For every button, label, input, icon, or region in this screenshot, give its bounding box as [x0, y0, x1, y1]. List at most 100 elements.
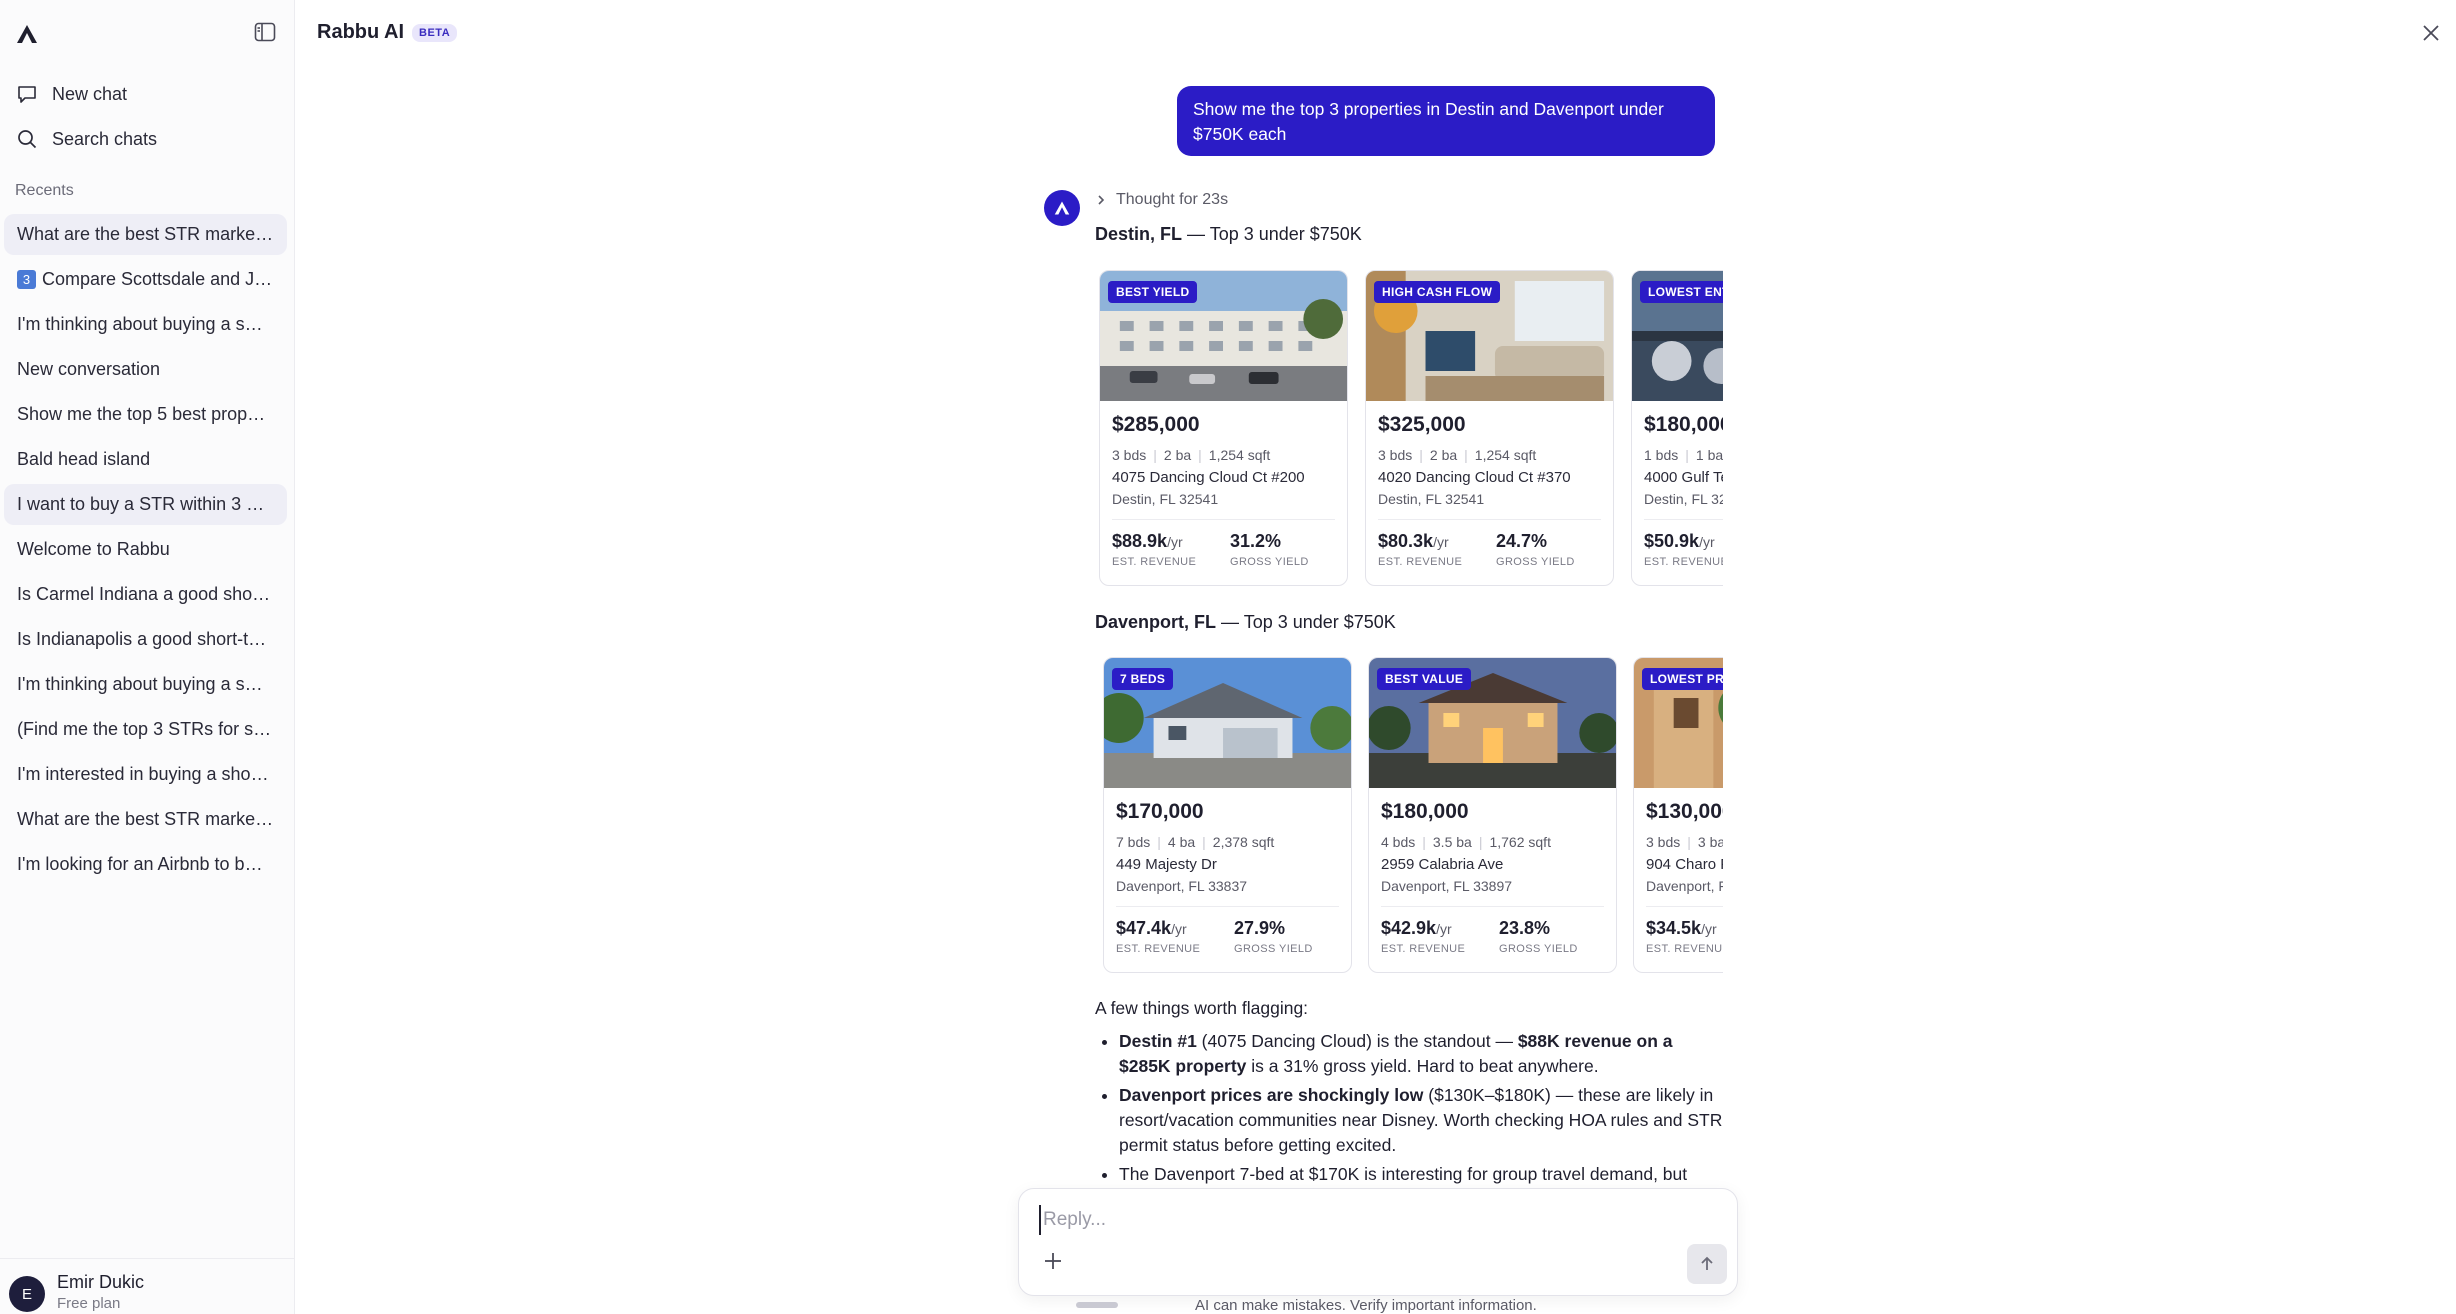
- spec-separator: |: [1198, 447, 1202, 463]
- new-chat-button[interactable]: New chat: [16, 77, 127, 111]
- chat-list: What are the best STR market… 3 Compare Sc…: [4, 214, 287, 889]
- property-card[interactable]: 7 BEDS $170,000 7 bds | 4 ba | 2,378 sqft 449 M…: [1103, 657, 1352, 973]
- card-divider: [1116, 906, 1339, 907]
- user-profile[interactable]: E Emir Dukic Free plan: [0, 1258, 295, 1314]
- property-card[interactable]: LOWEST PRICE $130,000 3 bds | 3 ba 904 Charo …: [1633, 657, 1723, 973]
- chat-item-label: I'm looking for an Airbnb to b…: [17, 854, 263, 874]
- revenue-label: EST. REVENUE: [1646, 943, 1723, 955]
- sidebar-chat-item[interactable]: I'm thinking about buying a s…: [4, 304, 287, 345]
- sidebar-toggle-icon[interactable]: [254, 22, 276, 42]
- assistant-notes: A few things worth flagging: Destin #1 (…: [1095, 996, 1725, 1191]
- note-bullet: The Davenport 7-bed at $170K is interest…: [1119, 1162, 1725, 1187]
- revenue-metric: $34.5k/yr EST. REVENUE: [1646, 918, 1723, 955]
- thought-label: Thought for 23s: [1116, 191, 1229, 208]
- beds-count: 3 bds: [1646, 834, 1681, 850]
- send-button[interactable]: [1687, 1244, 1727, 1284]
- property-address: 2959 Calabria Ave: [1381, 856, 1504, 873]
- yield-metric: 31.2% GROSS YIELD: [1230, 531, 1309, 568]
- spec-separator: |: [1422, 834, 1426, 850]
- chat-item-label: What are the best STR market…: [17, 224, 274, 244]
- sqft-value: 2,378 sqft: [1212, 834, 1275, 850]
- search-chats-button[interactable]: Search chats: [16, 122, 157, 156]
- sidebar-chat-item[interactable]: I'm thinking about buying a s…: [4, 664, 287, 705]
- beds-count: 3 bds: [1378, 447, 1413, 463]
- revenue-amount: $42.9k: [1381, 918, 1437, 938]
- baths-count: 3.5 ba: [1432, 834, 1472, 850]
- thought-toggle[interactable]: Thought for 23s: [1096, 191, 1228, 209]
- revenue-unit: /yr: [1701, 921, 1717, 937]
- yield-label: GROSS YIELD: [1496, 556, 1575, 568]
- property-card[interactable]: HIGH CASH FLOW $325,000 3 bds | 2 ba | 1,254 s…: [1365, 270, 1614, 586]
- revenue-metric: $88.9k/yr EST. REVENUE: [1112, 531, 1196, 568]
- reply-input[interactable]: [1039, 1205, 1679, 1235]
- property-specs: 4 bds | 3.5 ba | 1,762 sqft: [1381, 834, 1551, 850]
- property-carousel-davenport[interactable]: 7 BEDS $170,000 7 bds | 4 ba | 2,378 sqft 449 M…: [1093, 657, 1723, 977]
- property-city: Davenport, FL 33897: [1381, 878, 1513, 894]
- yield-value: 24.7%: [1496, 531, 1548, 551]
- section-subtitle: — Top 3 under $750K: [1216, 612, 1396, 632]
- chat-item-label: I want to buy a STR within 3 h…: [17, 494, 274, 514]
- plus-icon[interactable]: [1041, 1249, 1065, 1273]
- sidebar-chat-item[interactable]: I want to buy a STR within 3 h…: [4, 484, 287, 525]
- app-title-text: Rabbu AI: [317, 21, 405, 43]
- revenue-label: EST. REVENUE: [1378, 556, 1463, 568]
- revenue-label: EST. REVENUE: [1116, 943, 1201, 955]
- note-text: is a 31% gross yield. Hard to beat anywh…: [1246, 1056, 1599, 1076]
- sidebar: New chat Search chats Recents What are t…: [0, 0, 295, 1314]
- baths-count: 4 ba: [1167, 834, 1196, 850]
- chat-bubble-icon: [18, 86, 36, 103]
- card-divider: [1381, 906, 1604, 907]
- close-icon[interactable]: [2420, 22, 2442, 44]
- sqft-value: 1,762 sqft: [1489, 834, 1551, 850]
- property-tag-badge: LOWEST PRICE: [1642, 668, 1723, 690]
- card-divider: [1112, 519, 1335, 520]
- card-divider: [1644, 519, 1723, 520]
- property-carousel-destin[interactable]: BEST YIELD $285,000 3 bds | 2 ba | 1,254 sqft 4…: [1093, 270, 1723, 590]
- chat-item-label: Is Indianapolis a good short-t…: [17, 629, 267, 649]
- sidebar-chat-item[interactable]: What are the best STR market…: [4, 799, 287, 840]
- property-card[interactable]: BEST VALUE $180,000 4 bds | 3.5 ba | 1,762 sqf…: [1368, 657, 1617, 973]
- notes-intro: A few things worth flagging:: [1095, 998, 1309, 1018]
- revenue-label: EST. REVENUE: [1381, 943, 1466, 955]
- yield-value: 23.8%: [1499, 918, 1551, 938]
- revenue-value: $88.9k/yr: [1112, 531, 1196, 552]
- property-card[interactable]: BEST YIELD $285,000 3 bds | 2 ba | 1,254 sqft 4…: [1099, 270, 1348, 586]
- assistant-avatar: [1044, 190, 1080, 226]
- sidebar-chat-item[interactable]: 3 Compare Scottsdale and J…: [4, 259, 287, 300]
- sidebar-chat-item[interactable]: Is Carmel Indiana a good shor…: [4, 574, 287, 615]
- property-city: Destin, FL 32541: [1112, 491, 1219, 507]
- sidebar-chat-item[interactable]: I'm looking for an Airbnb to b…: [4, 844, 287, 885]
- property-city: Destin, FL 3254: [1644, 491, 1723, 507]
- property-price: $180,000: [1381, 800, 1469, 823]
- property-tag-badge: BEST YIELD: [1108, 281, 1198, 303]
- spec-separator: |: [1478, 834, 1483, 850]
- chat-item-label: Is Carmel Indiana a good shor…: [17, 584, 274, 604]
- spec-separator: |: [1157, 834, 1161, 850]
- note-bullet: Destin #1 (4075 Dancing Cloud) is the st…: [1119, 1029, 1725, 1079]
- sidebar-chat-item[interactable]: Bald head island: [4, 439, 287, 480]
- card-divider: [1378, 519, 1601, 520]
- note-bold: Destin #1: [1119, 1031, 1197, 1051]
- yield-metric: 23.8% GROSS YIELD: [1499, 918, 1578, 955]
- chat-item-label: I'm thinking about buying a s…: [17, 314, 263, 334]
- property-tag-badge: HIGH CASH FLOW: [1374, 281, 1501, 303]
- sidebar-chat-item[interactable]: (Find me the top 3 STRs for sa…: [4, 709, 287, 750]
- rabbu-logo-icon[interactable]: [15, 23, 39, 45]
- yield-metric: 27.9% GROSS YIELD: [1234, 918, 1313, 955]
- recents-label: Recents: [15, 182, 74, 199]
- spec-separator: |: [1419, 447, 1423, 463]
- baths-count: 3 ba: [1697, 834, 1723, 850]
- chat-item-label: What are the best STR market…: [17, 809, 274, 829]
- sidebar-chat-item[interactable]: I'm interested in buying a sho…: [4, 754, 287, 795]
- sidebar-chat-item[interactable]: Show me the top 5 best prop…: [4, 394, 287, 435]
- property-specs: 7 bds | 4 ba | 2,378 sqft: [1116, 834, 1274, 850]
- page-title: Rabbu AI BETA: [317, 21, 458, 44]
- property-price: $130,000: [1646, 800, 1723, 823]
- sidebar-chat-item[interactable]: New conversation: [4, 349, 287, 390]
- sidebar-chat-item[interactable]: Welcome to Rabbu: [4, 529, 287, 570]
- scroll-handle[interactable]: [1076, 1302, 1118, 1308]
- sidebar-chat-item[interactable]: What are the best STR market…: [4, 214, 287, 255]
- chat-item-label: Compare Scottsdale and J…: [42, 269, 273, 289]
- property-card[interactable]: LOWEST ENTRY $180,000 1 bds | 1 ba 4000 Gulf …: [1631, 270, 1723, 586]
- sidebar-chat-item[interactable]: Is Indianapolis a good short-t…: [4, 619, 287, 660]
